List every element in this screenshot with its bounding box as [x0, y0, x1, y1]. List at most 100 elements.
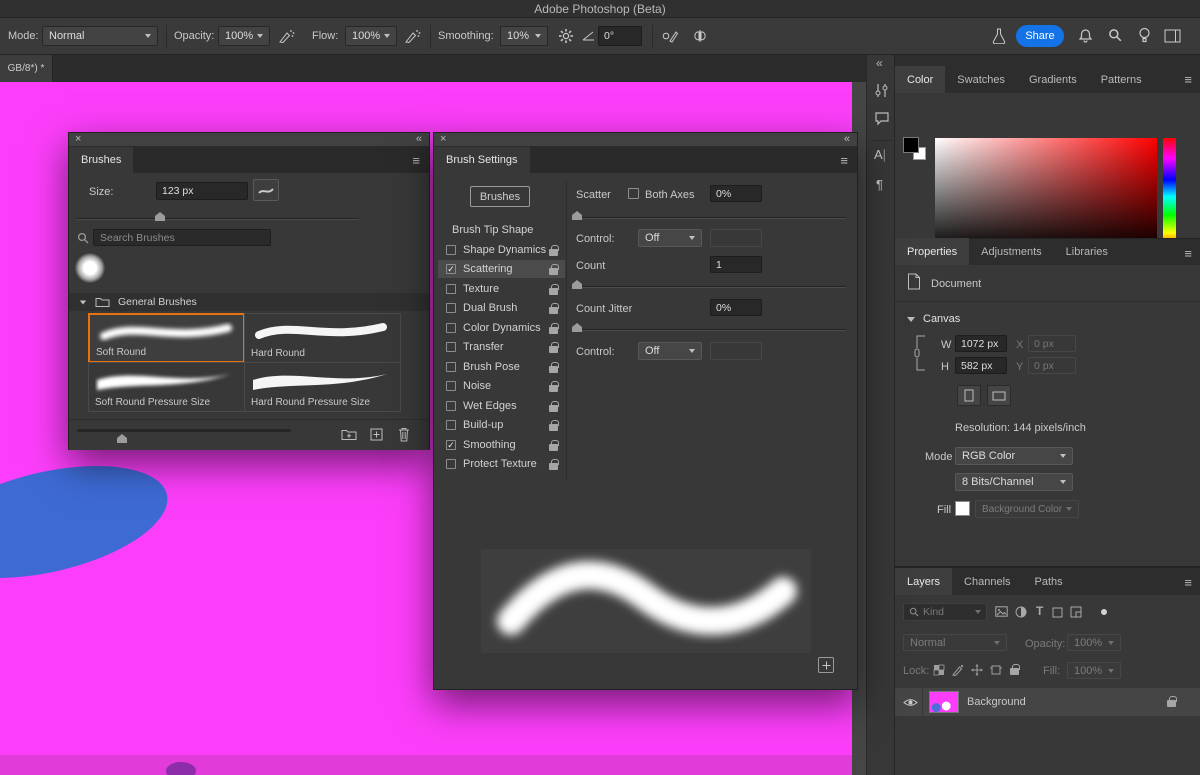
- lock-icon[interactable]: [549, 380, 559, 392]
- purple-paint-dot[interactable]: [166, 762, 196, 775]
- smoothing-checkbox[interactable]: [446, 440, 456, 450]
- count-jitter-value-field[interactable]: 0%: [710, 299, 762, 316]
- count-slider[interactable]: [574, 286, 846, 288]
- notifications-bell-icon[interactable]: [1078, 28, 1093, 44]
- brush-size-slider-thumb[interactable]: [155, 212, 165, 221]
- new-brush-group-folder-icon[interactable]: [341, 428, 357, 441]
- height-field[interactable]: 582 px: [955, 357, 1007, 374]
- dual-brush-checkbox[interactable]: [446, 303, 456, 313]
- symmetry-butterfly-icon[interactable]: [692, 29, 708, 43]
- option-smoothing[interactable]: Smoothing: [438, 436, 565, 454]
- filter-type-layers-icon[interactable]: T: [1036, 604, 1043, 618]
- tab-channels[interactable]: Channels: [952, 568, 1022, 595]
- brush-angle-field[interactable]: 0°: [598, 26, 642, 46]
- tab-swatches[interactable]: Swatches: [945, 66, 1017, 93]
- option-noise[interactable]: Noise: [438, 377, 565, 395]
- airbrush-flow-icon[interactable]: [404, 28, 421, 44]
- count-jitter-slider[interactable]: [574, 329, 846, 331]
- width-field[interactable]: 1072 px: [955, 335, 1007, 352]
- lock-icon[interactable]: [549, 322, 559, 334]
- lock-artboard-icon[interactable]: [990, 664, 1002, 676]
- orientation-landscape-button[interactable]: [987, 385, 1011, 406]
- count-jitter-slider-thumb[interactable]: [572, 323, 582, 332]
- layer-row-background[interactable]: Background: [895, 688, 1200, 716]
- bit-depth-dropdown[interactable]: 8 Bits/Channel: [955, 473, 1073, 491]
- tab-gradients[interactable]: Gradients: [1017, 66, 1089, 93]
- layer-opacity-dropdown[interactable]: 100%: [1067, 634, 1121, 651]
- paragraph-panel-icon[interactable]: ¶: [876, 177, 883, 192]
- option-dual-brush[interactable]: Dual Brush: [438, 299, 565, 317]
- lock-icon[interactable]: [549, 263, 559, 275]
- lock-icon[interactable]: [549, 302, 559, 314]
- background-layer-lock-icon[interactable]: [1167, 696, 1177, 707]
- search-icon[interactable]: [1108, 28, 1122, 42]
- brush-item-soft-round-pressure[interactable]: Soft Round Pressure Size: [88, 362, 245, 412]
- tab-layers[interactable]: Layers: [895, 568, 953, 595]
- layer-blend-mode-dropdown[interactable]: Normal: [903, 634, 1007, 651]
- filter-pixel-layers-icon[interactable]: [995, 606, 1008, 617]
- lock-icon[interactable]: [549, 244, 559, 256]
- beta-flask-icon[interactable]: [992, 28, 1006, 44]
- properties-panel-menu-icon[interactable]: ≡: [1184, 247, 1192, 260]
- document-tab[interactable]: GB/8*) *: [0, 55, 53, 82]
- both-axes-checkbox[interactable]: [628, 188, 639, 199]
- option-brush-pose[interactable]: Brush Pose: [438, 358, 565, 376]
- brush-pose-checkbox[interactable]: [446, 362, 456, 372]
- option-wet-edges[interactable]: Wet Edges: [438, 397, 565, 415]
- brush-item-soft-round[interactable]: Soft Round: [88, 313, 245, 363]
- option-scattering[interactable]: Scattering: [438, 260, 565, 278]
- color-mode-dropdown[interactable]: RGB Color: [955, 447, 1073, 465]
- lock-position-move-icon[interactable]: [971, 664, 983, 676]
- scattering-checkbox[interactable]: [446, 264, 456, 274]
- foreground-color-swatch[interactable]: [903, 137, 919, 153]
- pressure-size-icon[interactable]: [662, 28, 679, 44]
- filter-adjustment-layers-icon[interactable]: [1015, 606, 1027, 618]
- saturation-brightness-picker[interactable]: [935, 138, 1157, 251]
- workspace-switcher-icon[interactable]: [1164, 29, 1181, 43]
- lock-icon[interactable]: [549, 341, 559, 353]
- lock-icon[interactable]: [549, 439, 559, 451]
- option-color-dynamics[interactable]: Color Dynamics: [438, 319, 565, 337]
- color-panel-menu-icon[interactable]: ≡: [1184, 73, 1192, 86]
- orientation-portrait-button[interactable]: [957, 385, 981, 406]
- layer-visibility-eye-icon[interactable]: [903, 697, 918, 708]
- link-dimensions-icon[interactable]: [911, 333, 927, 373]
- scatter-value-field[interactable]: 0%: [710, 185, 762, 202]
- x-field[interactable]: 0 px: [1028, 335, 1076, 352]
- character-panel-icon[interactable]: A|: [874, 147, 886, 162]
- lock-icon[interactable]: [549, 419, 559, 431]
- brushes-button[interactable]: Brushes: [470, 186, 530, 207]
- lock-paint-brush-icon[interactable]: [952, 664, 964, 676]
- canvas-bottom-stripe[interactable]: [0, 755, 852, 775]
- lock-transparency-icon[interactable]: [933, 664, 945, 676]
- option-build-up[interactable]: Build-up: [438, 416, 565, 434]
- option-brush-tip-shape[interactable]: Brush Tip Shape: [438, 221, 565, 239]
- smoothing-dropdown[interactable]: 10%: [500, 26, 548, 46]
- brush-item-hard-round-pressure[interactable]: Hard Round Pressure Size: [244, 362, 401, 412]
- color-dynamics-checkbox[interactable]: [446, 323, 456, 333]
- option-protect-texture[interactable]: Protect Texture: [438, 455, 565, 473]
- layer-filter-kind-dropdown[interactable]: Kind: [903, 603, 987, 621]
- tab-properties[interactable]: Properties: [895, 238, 970, 265]
- discover-lightbulb-icon[interactable]: [1138, 27, 1151, 44]
- share-button[interactable]: Share: [1016, 25, 1064, 47]
- option-transfer[interactable]: Transfer: [438, 338, 565, 356]
- filter-shape-layers-icon[interactable]: [1052, 607, 1063, 618]
- y-field[interactable]: 0 px: [1028, 357, 1076, 374]
- canvas-section-chevron-icon[interactable]: [907, 317, 915, 322]
- layer-fill-dropdown[interactable]: 100%: [1067, 662, 1121, 679]
- layer-name[interactable]: Background: [967, 696, 1026, 708]
- brushes-panel-menu-icon[interactable]: ≡: [412, 154, 420, 167]
- close-icon[interactable]: ×: [75, 133, 81, 146]
- control1-dropdown[interactable]: Off: [638, 229, 702, 247]
- airbrush-opacity-icon[interactable]: [278, 28, 295, 44]
- protect-texture-checkbox[interactable]: [446, 459, 456, 469]
- delete-brush-trash-icon[interactable]: [398, 427, 410, 442]
- control2-dropdown[interactable]: Off: [638, 342, 702, 360]
- tab-brush-settings[interactable]: Brush Settings: [434, 147, 530, 173]
- comments-bubble-icon[interactable]: [874, 111, 890, 126]
- fill-color-swatch[interactable]: [955, 501, 970, 516]
- tab-adjustments[interactable]: Adjustments: [969, 238, 1054, 265]
- brush-settings-menu-icon[interactable]: ≡: [840, 154, 848, 167]
- hue-strip[interactable]: [1163, 138, 1176, 251]
